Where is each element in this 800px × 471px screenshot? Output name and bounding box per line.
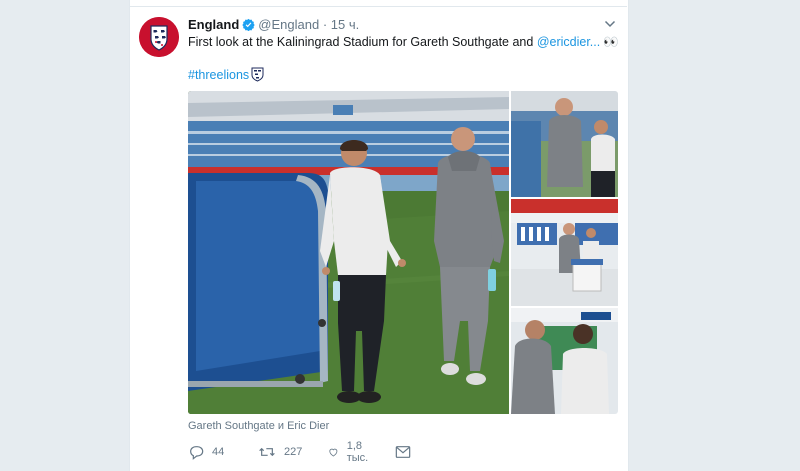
- like-count: 1,8 тыс.: [346, 440, 369, 464]
- media-grid[interactable]: [188, 91, 618, 414]
- reply-button[interactable]: 44: [188, 443, 224, 461]
- hashtag-link[interactable]: #threelions: [188, 67, 264, 86]
- tactics-photo: [511, 308, 618, 414]
- photo-bottom-right[interactable]: [511, 308, 618, 414]
- like-icon: [329, 448, 338, 457]
- retweet-count: 227: [284, 446, 303, 458]
- reply-icon: [190, 446, 204, 460]
- divider: [129, 6, 627, 7]
- photo-main[interactable]: [188, 91, 509, 414]
- message-button[interactable]: [395, 443, 419, 461]
- stadium-photo: [188, 91, 509, 414]
- separator: ·: [322, 17, 328, 32]
- tweet-header: England @England · 15 ч.: [188, 17, 359, 35]
- reply-count: 44: [212, 446, 225, 458]
- chevron-down-icon[interactable]: [604, 18, 616, 30]
- verified-icon: [242, 18, 255, 35]
- emoji: 👀: [603, 35, 619, 49]
- dressing-room-photo: [511, 199, 618, 306]
- hashtag-text[interactable]: #threelions: [188, 68, 249, 82]
- photo-middle-right[interactable]: [511, 199, 618, 306]
- media-caption: Gareth Southgate и Eric Dier: [188, 420, 330, 432]
- author-handle[interactable]: @England: [258, 17, 319, 32]
- england-crest-icon: [139, 17, 179, 57]
- tweet-text: First look at the Kaliningrad Stadium fo…: [188, 34, 619, 50]
- tweet-text-body: First look at the Kaliningrad Stadium fo…: [188, 35, 537, 49]
- photo-top-right[interactable]: [511, 91, 618, 197]
- retweet-icon: [259, 447, 275, 457]
- tunnel-photo: [511, 91, 618, 197]
- mention-link[interactable]: @ericdier...: [537, 35, 600, 49]
- timestamp[interactable]: 15 ч.: [331, 17, 359, 32]
- message-icon: [395, 446, 411, 458]
- author-name[interactable]: England: [188, 17, 239, 32]
- retweet-button[interactable]: 227: [258, 443, 302, 461]
- avatar[interactable]: [139, 17, 179, 57]
- like-button[interactable]: 1,8 тыс.: [328, 440, 374, 464]
- england-crest-icon: [251, 67, 264, 86]
